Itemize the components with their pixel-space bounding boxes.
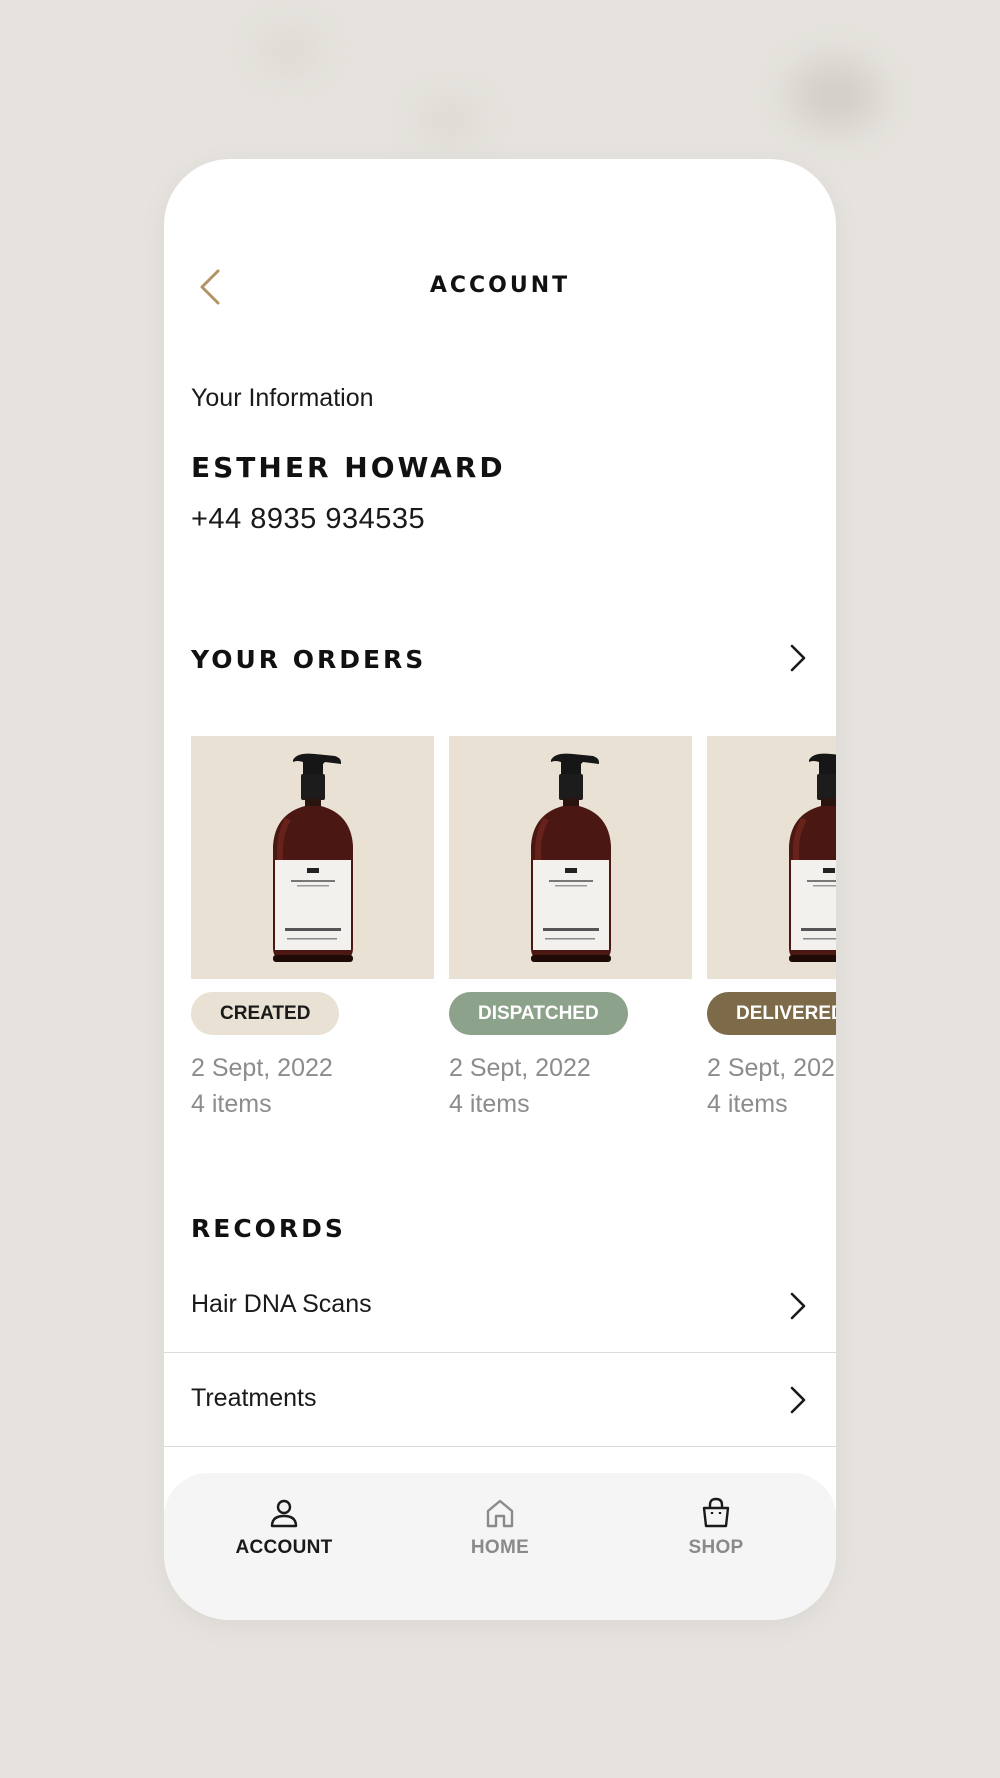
order-date: 2 Sept, 2022: [449, 1054, 591, 1082]
status-badge: DELIVERED: [707, 992, 836, 1035]
chevron-right-icon: [790, 644, 806, 672]
product-bottle-image: [531, 753, 611, 962]
records-section-title: RECORDS: [191, 1214, 346, 1243]
status-badge: DISPATCHED: [449, 992, 628, 1035]
background-blur: [420, 100, 480, 140]
phone-screen: ACCOUNT Your Information ESTHER HOWARD +…: [164, 159, 836, 1620]
status-badge: CREATED: [191, 992, 340, 1035]
nav-item-home[interactable]: HOME: [430, 1497, 570, 1559]
product-image: [191, 736, 434, 979]
record-row-hair-dna-scans[interactable]: Hair DNA Scans: [164, 1259, 836, 1353]
order-date: 2 Sept, 2022: [707, 1054, 836, 1082]
product-bottle-image: [273, 753, 353, 962]
orders-section-title: YOUR ORDERS: [191, 645, 427, 674]
nav-label: ACCOUNT: [235, 1537, 333, 1558]
order-card-dispatched[interactable]: DISPATCHED 2 Sept, 2022 4 items: [449, 736, 692, 1118]
nav-item-shop[interactable]: SHOP: [646, 1497, 786, 1559]
product-image: [449, 736, 692, 979]
order-date: 2 Sept, 2022: [191, 1054, 333, 1082]
nav-label: SHOP: [688, 1537, 744, 1558]
record-row-treatments[interactable]: Treatments: [164, 1353, 836, 1447]
home-icon: [486, 1499, 514, 1528]
user-phone: +44 8935 934535: [191, 503, 426, 535]
view-all-orders-button[interactable]: [786, 643, 810, 673]
product-image: [707, 736, 836, 979]
order-card-delivered[interactable]: DELIVERED 2 Sept, 2022 4 items: [707, 736, 836, 1118]
record-label: Hair DNA Scans: [191, 1290, 372, 1318]
chevron-right-icon: [790, 1292, 806, 1320]
order-item-count: 4 items: [191, 1090, 272, 1118]
background-blur: [260, 30, 320, 70]
order-card-created[interactable]: CREATED 2 Sept, 2022 4 items: [191, 736, 434, 1118]
product-bottle-image: [789, 753, 836, 962]
bottom-navigation: ACCOUNT HOME SHOP: [164, 1473, 836, 1620]
order-item-count: 4 items: [449, 1090, 530, 1118]
your-information-label: Your Information: [191, 384, 374, 412]
order-item-count: 4 items: [707, 1090, 788, 1118]
chevron-right-icon: [790, 1386, 806, 1414]
page-title: ACCOUNT: [429, 273, 571, 298]
user-name: ESTHER HOWARD: [191, 451, 506, 484]
nav-label: HOME: [470, 1537, 530, 1558]
shopping-bag-icon: [702, 1497, 730, 1528]
record-label: Treatments: [191, 1384, 317, 1412]
background-blur: [790, 60, 880, 130]
nav-item-account[interactable]: ACCOUNT: [214, 1497, 354, 1559]
person-icon: [270, 1499, 298, 1528]
